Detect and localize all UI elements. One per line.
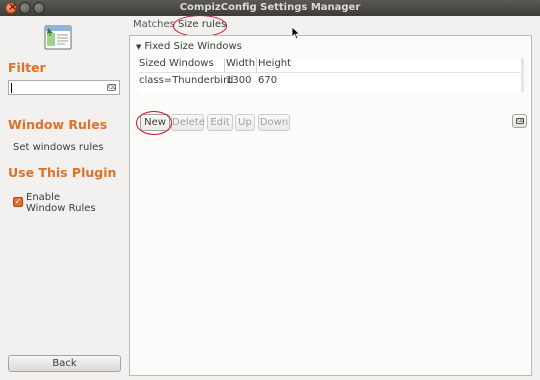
title-bar[interactable]: CompizConfig Settings Manager	[0, 0, 540, 16]
header-separator	[139, 72, 524, 73]
table-row-height-cell[interactable]: 670	[258, 75, 277, 89]
column-header-height[interactable]: Height	[258, 58, 291, 72]
window-rules-heading: Window Rules	[8, 117, 108, 132]
main-panel: Matches Size rules ▼ Fixed Size Windows S…	[129, 15, 532, 376]
table-row-width-cell[interactable]: 1300	[226, 75, 251, 89]
sized-windows-table: Sized Windows Width Height class=Thunder…	[139, 58, 524, 92]
mouse-pointer-icon	[291, 26, 301, 40]
tab-size-rules[interactable]: Size rules	[176, 18, 228, 31]
text-caret	[11, 83, 12, 93]
expander-arrow-icon: ▼	[136, 43, 142, 51]
column-header-width[interactable]: Width	[226, 58, 255, 72]
clear-filter-icon[interactable]: ⌫	[107, 84, 116, 91]
filter-input[interactable]: ⌫	[8, 80, 120, 95]
fixed-size-windows-expander[interactable]: ▼ Fixed Size Windows	[136, 41, 242, 52]
column-separator	[256, 58, 257, 72]
column-separator	[224, 58, 225, 72]
enable-label-text: Enable Window Rules	[26, 192, 96, 214]
expander-label: Fixed Size Windows	[144, 41, 242, 52]
column-header-sized-windows[interactable]: Sized Windows	[139, 58, 214, 72]
clear-icon: ⌫	[516, 118, 525, 124]
back-button[interactable]: Back	[8, 355, 121, 372]
window-rules-plugin-icon	[44, 25, 72, 50]
size-rules-page: ▼ Fixed Size Windows Sized Windows Width …	[129, 35, 532, 376]
set-rules-category[interactable]: Set windows rules	[13, 142, 104, 153]
table-scrollbar[interactable]	[521, 58, 524, 92]
tab-matches[interactable]: Matches	[133, 19, 175, 30]
enable-plugin-checkbox[interactable]: ✓	[13, 197, 23, 207]
use-plugin-heading: Use This Plugin	[8, 165, 117, 180]
move-up-button[interactable]: Up	[235, 114, 255, 131]
new-button[interactable]: New	[140, 114, 170, 131]
edit-button[interactable]: Edit	[207, 114, 233, 131]
delete-button[interactable]: Delete	[171, 114, 205, 131]
ccsm-window: CompizConfig Settings Manager Filter ⌫ W…	[0, 0, 540, 380]
filter-heading: Filter	[8, 60, 46, 75]
move-down-button[interactable]: Down	[258, 114, 290, 131]
table-row-window-cell[interactable]: class=Thunderbird	[139, 75, 233, 89]
sidebar: Filter ⌫ Window Rules Set windows rules …	[0, 16, 128, 380]
reset-button[interactable]: ⌫	[512, 114, 527, 128]
enable-plugin-label[interactable]: Enable Window Rules	[26, 192, 106, 214]
window-title: CompizConfig Settings Manager	[179, 2, 361, 13]
